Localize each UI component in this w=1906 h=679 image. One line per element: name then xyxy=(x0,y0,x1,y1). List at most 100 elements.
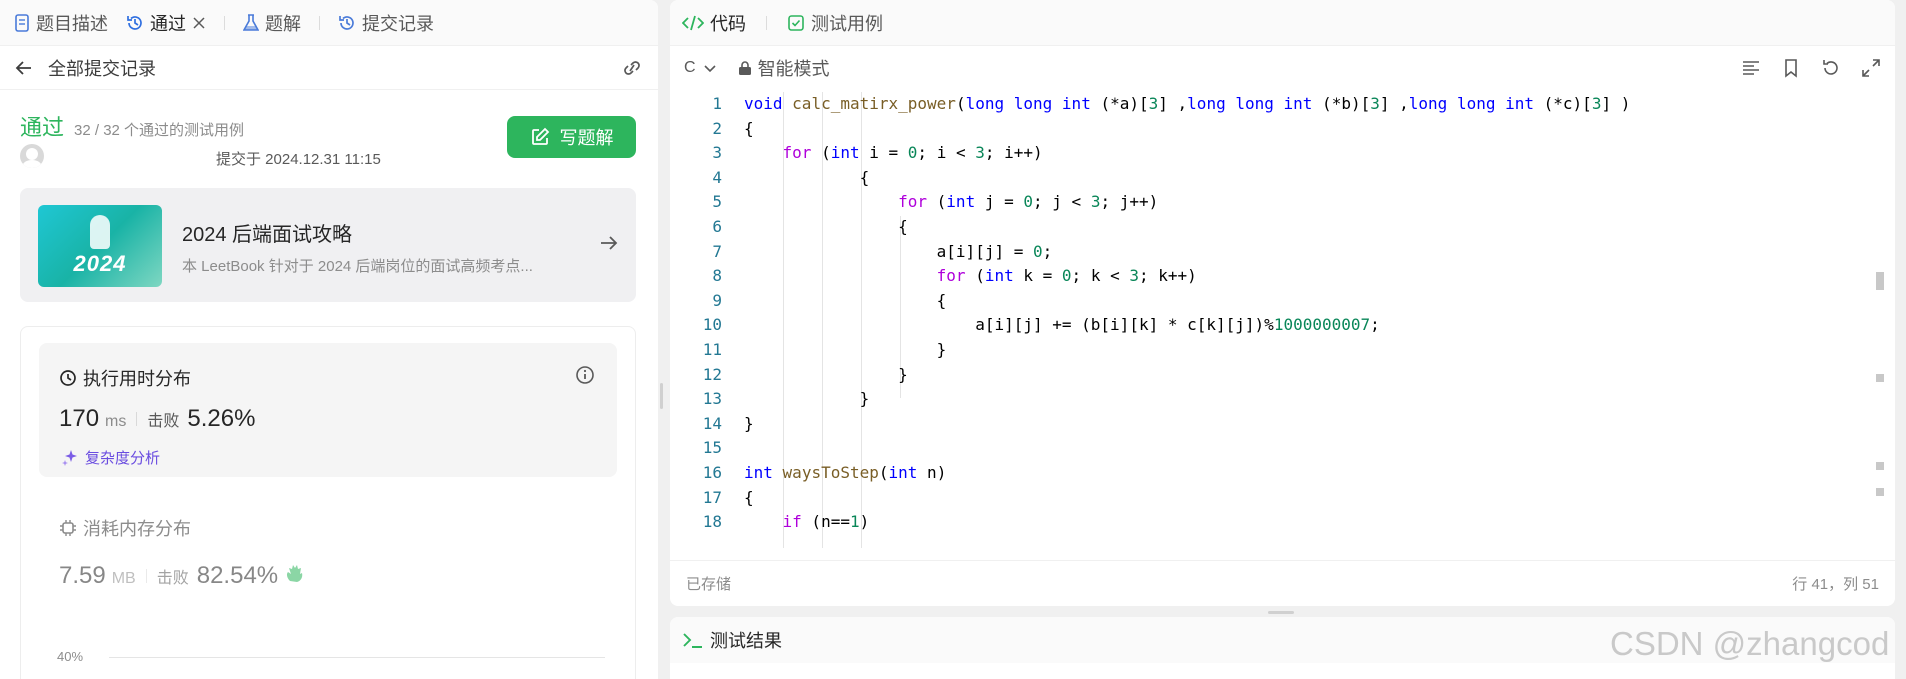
tab-testcase-label: 测试用例 xyxy=(811,13,883,34)
tab-accepted[interactable]: 通过 xyxy=(126,10,206,36)
line-number: 17 xyxy=(702,487,722,507)
language-select[interactable]: C xyxy=(684,59,718,77)
write-solution-button[interactable]: 写题解 xyxy=(507,116,636,158)
all-submissions-link[interactable]: 全部提交记录 xyxy=(48,55,156,81)
reset-icon[interactable] xyxy=(1821,58,1841,78)
line-number: 14 xyxy=(702,413,722,433)
code-line[interactable]: 14} xyxy=(670,412,1895,437)
code-lines: 1 void calc_matirx_power(long long int (*… xyxy=(670,92,1895,535)
cover-year: 2024 xyxy=(73,251,127,276)
code-line[interactable]: 7 a[i][j] = 0; xyxy=(670,240,1895,265)
code-text: } xyxy=(744,364,908,384)
code-line[interactable]: 16 int waysToStep(int n) xyxy=(670,461,1895,486)
code-line[interactable]: 18 if (n==1) xyxy=(670,510,1895,535)
line-number: 4 xyxy=(712,167,722,187)
watermark: CSDN @zhangcod xyxy=(1610,625,1890,662)
mode-toggle[interactable]: 智能模式 xyxy=(738,55,830,81)
runtime-value: 170 xyxy=(59,405,100,432)
tab-description[interactable]: 题目描述 xyxy=(14,10,108,36)
code-icon xyxy=(682,14,704,32)
clap-icon xyxy=(284,561,306,583)
code-line[interactable]: 12 } xyxy=(670,363,1895,388)
pass-count: 32 / 32 个通过的测试用例 xyxy=(74,122,245,139)
code-line[interactable]: 15 xyxy=(670,436,1895,461)
runtime-section[interactable]: 执行用时分布 170 ms 击败 5.26% 复杂度分析 xyxy=(39,343,617,477)
back-arrow-icon[interactable] xyxy=(14,58,34,78)
avatar[interactable] xyxy=(20,144,44,168)
code-text: for (int k = 0; k < 3; k++) xyxy=(936,266,1197,286)
code-text: for (int i = 0; i < 3; i++) xyxy=(782,143,1043,163)
cursor-position: 行 41，列 51 xyxy=(1792,576,1879,593)
lock-icon xyxy=(738,60,752,76)
line-number: 18 xyxy=(702,512,722,532)
tab-solutions[interactable]: 题解 xyxy=(243,10,301,36)
line-number: 11 xyxy=(702,339,722,359)
code-tab-bar: 代码 测试用例 xyxy=(670,0,1895,46)
complexity-analysis-link[interactable]: 复杂度分析 xyxy=(61,447,160,468)
code-line[interactable]: 2{ xyxy=(670,117,1895,142)
horizontal-resize-handle[interactable] xyxy=(1268,611,1294,614)
tab-separator xyxy=(319,15,320,30)
code-line[interactable]: 11 } xyxy=(670,338,1895,363)
memory-section[interactable]: 消耗内存分布 7.59 MB 击败 82.54% xyxy=(59,515,306,590)
line-number: 2 xyxy=(712,118,722,138)
info-icon[interactable] xyxy=(575,365,595,385)
code-line[interactable]: 13 } xyxy=(670,387,1895,412)
leetbook-card[interactable]: 2024 2024 后端面试攻略 本 LeetBook 针对于 2024 后端岗… xyxy=(20,188,636,302)
link-icon[interactable] xyxy=(620,58,644,78)
code-line[interactable]: 3 for (int i = 0; i < 3; i++) xyxy=(670,141,1895,166)
line-number: 7 xyxy=(712,241,722,261)
code-line[interactable]: 1 void calc_matirx_power(long long int (*… xyxy=(670,92,1895,117)
memory-beat-label: 击败 xyxy=(156,570,189,587)
fullscreen-icon[interactable] xyxy=(1861,58,1881,78)
code-text: for (int j = 0; j < 3; j++) xyxy=(898,192,1159,212)
close-icon[interactable] xyxy=(192,16,206,30)
chevron-down-icon xyxy=(702,60,718,76)
line-number: 12 xyxy=(702,364,722,384)
tab-test-result[interactable]: 测试结果 xyxy=(710,627,782,653)
tab-accepted-label: 通过 xyxy=(150,13,186,34)
code-line[interactable]: 10 a[i][j] += (b[i][k] * c[k][j])%100000… xyxy=(670,313,1895,338)
format-icon[interactable] xyxy=(1741,58,1761,78)
line-number: 8 xyxy=(712,266,722,286)
memory-value: 7.59 xyxy=(59,562,106,589)
line-number: 13 xyxy=(702,389,722,409)
code-editor[interactable]: 1 void calc_matirx_power(long long int (*… xyxy=(670,92,1895,548)
editor-tools xyxy=(1741,58,1881,78)
code-line[interactable]: 8 for (int k = 0; k < 3; k++) xyxy=(670,264,1895,289)
bookmark-icon[interactable] xyxy=(1781,58,1801,78)
tab-code[interactable]: 代码 xyxy=(682,10,746,36)
code-line[interactable]: 17 { xyxy=(670,486,1895,511)
complexity-analysis-label: 复杂度分析 xyxy=(85,450,161,467)
tab-submissions[interactable]: 提交记录 xyxy=(338,10,434,36)
code-line[interactable]: 6 { xyxy=(670,215,1895,240)
runtime-values: 170 ms 击败 5.26% xyxy=(59,405,255,433)
code-text: } xyxy=(744,389,870,409)
tab-testcase[interactable]: 测试用例 xyxy=(787,10,883,36)
line-number: 3 xyxy=(712,143,722,163)
code-text: { xyxy=(744,487,754,507)
code-line[interactable]: 5 for (int j = 0; j < 3; j++) xyxy=(670,190,1895,215)
scrollbar-marker[interactable] xyxy=(1876,272,1884,290)
editor-toolbar: C 智能模式 xyxy=(670,46,1895,90)
chart-gridline xyxy=(109,657,605,658)
history-icon xyxy=(338,14,356,32)
code-line[interactable]: 4 { xyxy=(670,166,1895,191)
chart-axis-tick: 40% xyxy=(57,649,84,664)
vertical-resize-handle[interactable] xyxy=(660,383,663,409)
submission-header: 全部提交记录 xyxy=(0,46,658,90)
code-panel: 代码 测试用例 C 智能模式 1 void calc_matirx_power(… xyxy=(670,0,1895,606)
code-line[interactable]: 9 { xyxy=(670,289,1895,314)
stats-card: 执行用时分布 170 ms 击败 5.26% 复杂度分析 消耗内存分布 7.59… xyxy=(20,326,636,679)
left-tab-bar: 题目描述 通过 题解 提交记录 xyxy=(0,0,658,46)
arrow-right-icon[interactable] xyxy=(598,232,620,254)
chip-icon xyxy=(59,519,77,537)
code-text: int waysToStep(int n) xyxy=(744,462,947,482)
saved-status: 已存储 xyxy=(686,576,732,593)
code-text: if (n==1) xyxy=(782,512,870,532)
sparkle-icon xyxy=(61,449,79,467)
tab-description-label: 题目描述 xyxy=(36,13,108,34)
clock-icon xyxy=(59,369,77,387)
line-number: 9 xyxy=(712,290,722,310)
